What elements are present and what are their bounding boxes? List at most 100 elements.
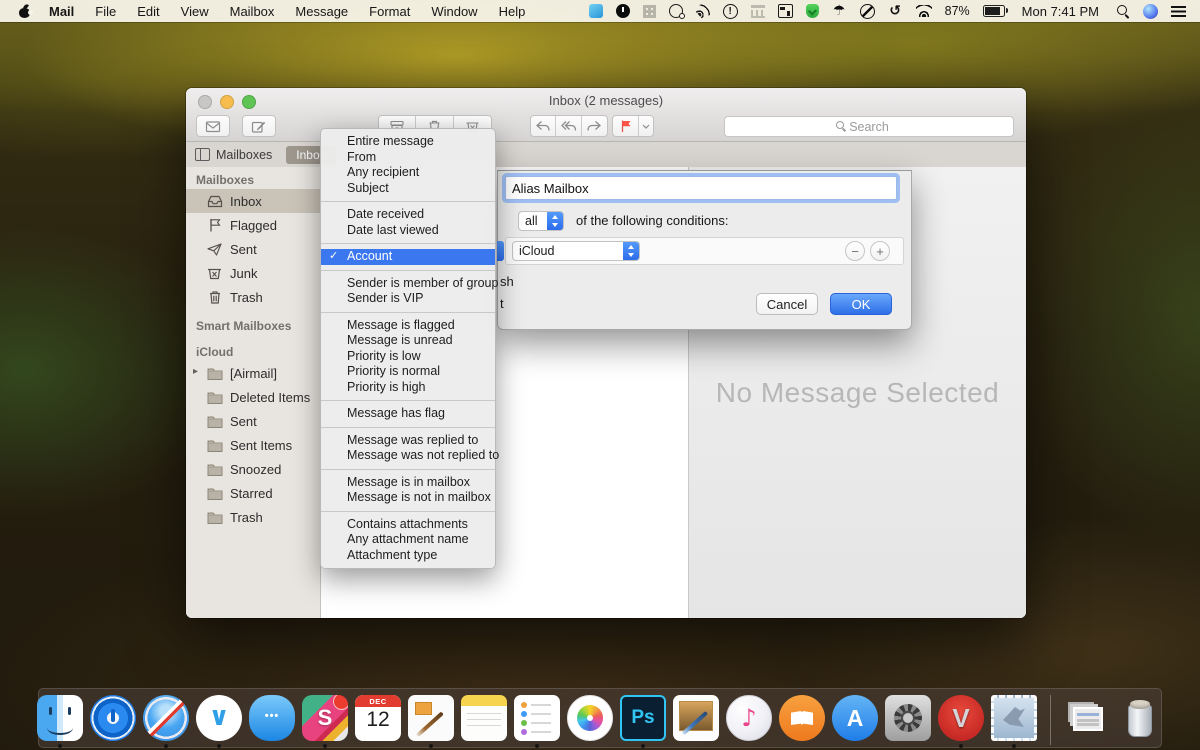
sidebar-item-starred[interactable]: Starred (186, 481, 320, 505)
dock-item-system-preferences[interactable] (885, 695, 931, 747)
sidebar-item-deleted-items[interactable]: Deleted Items (186, 385, 320, 409)
menu-item-message-has-flag[interactable]: Message has flag (321, 406, 495, 422)
dock-item-ibooks[interactable] (779, 695, 825, 747)
window-titlebar[interactable]: Inbox (2 messages) (186, 88, 1026, 113)
menu-item-priority-is-normal[interactable]: Priority is normal (321, 364, 495, 380)
window-layout-icon[interactable] (778, 4, 793, 18)
menu-item-message-is-flagged[interactable]: Message is flagged (321, 318, 495, 334)
sidebar-item-snoozed[interactable]: Snoozed (186, 457, 320, 481)
dock-item-appstore[interactable]: A (832, 695, 878, 747)
info-icon[interactable] (723, 4, 738, 19)
dock-item-finder[interactable] (37, 695, 83, 747)
menu-item-sender-is-vip[interactable]: Sender is VIP (321, 291, 495, 307)
wifi-icon[interactable] (916, 5, 932, 17)
dock-item-mail[interactable] (991, 695, 1037, 747)
dock-item-itunes[interactable]: ♪ (726, 695, 772, 747)
menu-item-any-attachment-name[interactable]: Any attachment name (321, 532, 495, 548)
menu-item-account[interactable]: ✓Account (321, 249, 495, 265)
get-mail-button[interactable] (196, 115, 230, 137)
dock-item-calendar[interactable]: DEC12 (355, 695, 401, 747)
dock-item-onepassword[interactable] (90, 695, 136, 747)
creative-cloud-icon[interactable] (669, 4, 683, 18)
dock-item-security-app[interactable]: V (938, 695, 984, 747)
bank-icon[interactable] (751, 5, 765, 18)
search-input[interactable] (725, 117, 1013, 136)
remove-condition-button[interactable]: − (845, 241, 865, 261)
menu-item-from[interactable]: From (321, 150, 495, 166)
menu-item-date-received[interactable]: Date received (321, 207, 495, 223)
dock-item-stack[interactable] (1064, 695, 1110, 747)
mailbox-name-field[interactable] (505, 176, 897, 200)
sidebar-item-flagged[interactable]: Flagged (186, 213, 320, 237)
condition-value-popup[interactable]: iCloud (512, 241, 640, 261)
menu-item-date-last-viewed[interactable]: Date last viewed (321, 223, 495, 239)
menu-item-message-is-unread[interactable]: Message is unread (321, 333, 495, 349)
condition-type-popup-partial[interactable] (497, 241, 504, 261)
menu-item-message-was-not-replied-to[interactable]: Message was not replied to (321, 448, 495, 464)
close-button[interactable] (198, 95, 212, 109)
menu-item-message-is-in-mailbox[interactable]: Message is in mailbox (321, 475, 495, 491)
menubar-item-format[interactable]: Format (369, 4, 410, 19)
mailboxes-toggle[interactable]: Mailboxes (186, 148, 272, 162)
menubar-item-mailbox[interactable]: Mailbox (230, 4, 275, 19)
dock-item-slack[interactable]: S (302, 695, 348, 747)
signal-icon[interactable] (694, 2, 712, 20)
menu-item-entire-message[interactable]: Entire message (321, 134, 495, 150)
sidebar-item-airmail[interactable]: ▸[Airmail] (186, 361, 320, 385)
menu-item-message-is-not-in-mailbox[interactable]: Message is not in mailbox (321, 490, 495, 506)
dock-item-preview[interactable] (673, 695, 719, 747)
flag-button[interactable] (613, 116, 639, 136)
menu-item-any-recipient[interactable]: Any recipient (321, 165, 495, 181)
sidebar-item-sent[interactable]: Sent (186, 409, 320, 433)
dnd-icon[interactable] (860, 4, 875, 19)
shield-icon[interactable] (806, 4, 819, 18)
dock-item-photoshop[interactable]: Ps (620, 695, 666, 747)
disclosure-triangle-icon[interactable]: ▸ (193, 366, 198, 377)
dock-item-photos[interactable] (567, 695, 613, 747)
fantastical-icon[interactable] (616, 4, 630, 18)
menubar-clock[interactable]: Mon 7:41 PM (1018, 4, 1103, 19)
menubar-item-window[interactable]: Window (431, 4, 477, 19)
menu-item-contains-attachments[interactable]: Contains attachments (321, 517, 495, 533)
dock-item-pages[interactable] (408, 695, 454, 747)
sidebar-item-trash[interactable]: Trash (186, 505, 320, 529)
amphetamine-icon[interactable] (589, 4, 603, 18)
sidebar-item-trash[interactable]: Trash (186, 285, 320, 309)
spotlight-icon[interactable] (1116, 4, 1130, 18)
apple-menu-icon[interactable] (19, 5, 31, 18)
minimize-button[interactable] (220, 95, 234, 109)
dock-item-notes[interactable] (461, 695, 507, 747)
menu-item-message-was-replied-to[interactable]: Message was replied to (321, 433, 495, 449)
zoom-button[interactable] (242, 95, 256, 109)
match-popup[interactable]: all (518, 211, 564, 231)
compose-button[interactable] (242, 115, 276, 137)
sidebar-item-sent[interactable]: Sent (186, 237, 320, 261)
menu-item-attachment-type[interactable]: Attachment type (321, 548, 495, 564)
menubar-item-edit[interactable]: Edit (137, 4, 159, 19)
dock-item-messages[interactable]: ••• (249, 695, 295, 747)
cancel-button[interactable]: Cancel (756, 293, 818, 315)
menubar-item-help[interactable]: Help (499, 4, 526, 19)
time-machine-icon[interactable] (888, 4, 903, 19)
ok-button[interactable]: OK (830, 293, 892, 315)
menubar-item-view[interactable]: View (181, 4, 209, 19)
menu-item-sender-is-member-of-group[interactable]: Sender is member of group (321, 276, 495, 292)
menubar-item-mail[interactable]: Mail (49, 4, 74, 19)
dock-item-airmail[interactable] (196, 695, 242, 747)
add-condition-button[interactable]: + (870, 241, 890, 261)
menu-item-subject[interactable]: Subject (321, 181, 495, 197)
grid-icon[interactable] (643, 5, 656, 18)
reply-button[interactable] (531, 116, 556, 136)
dock-item-safari[interactable] (143, 695, 189, 747)
umbrella-icon[interactable] (832, 4, 847, 19)
sidebar-item-inbox[interactable]: Inbox (186, 189, 320, 213)
siri-icon[interactable] (1143, 4, 1158, 19)
sidebar-item-junk[interactable]: Junk (186, 261, 320, 285)
menu-item-priority-is-high[interactable]: Priority is high (321, 380, 495, 396)
dock-item-reminders[interactable] (514, 695, 560, 747)
forward-button[interactable] (582, 116, 607, 136)
menubar-item-file[interactable]: File (95, 4, 116, 19)
menubar-item-message[interactable]: Message (295, 4, 348, 19)
notification-center-icon[interactable] (1171, 6, 1186, 17)
sidebar-item-sent-items[interactable]: Sent Items (186, 433, 320, 457)
